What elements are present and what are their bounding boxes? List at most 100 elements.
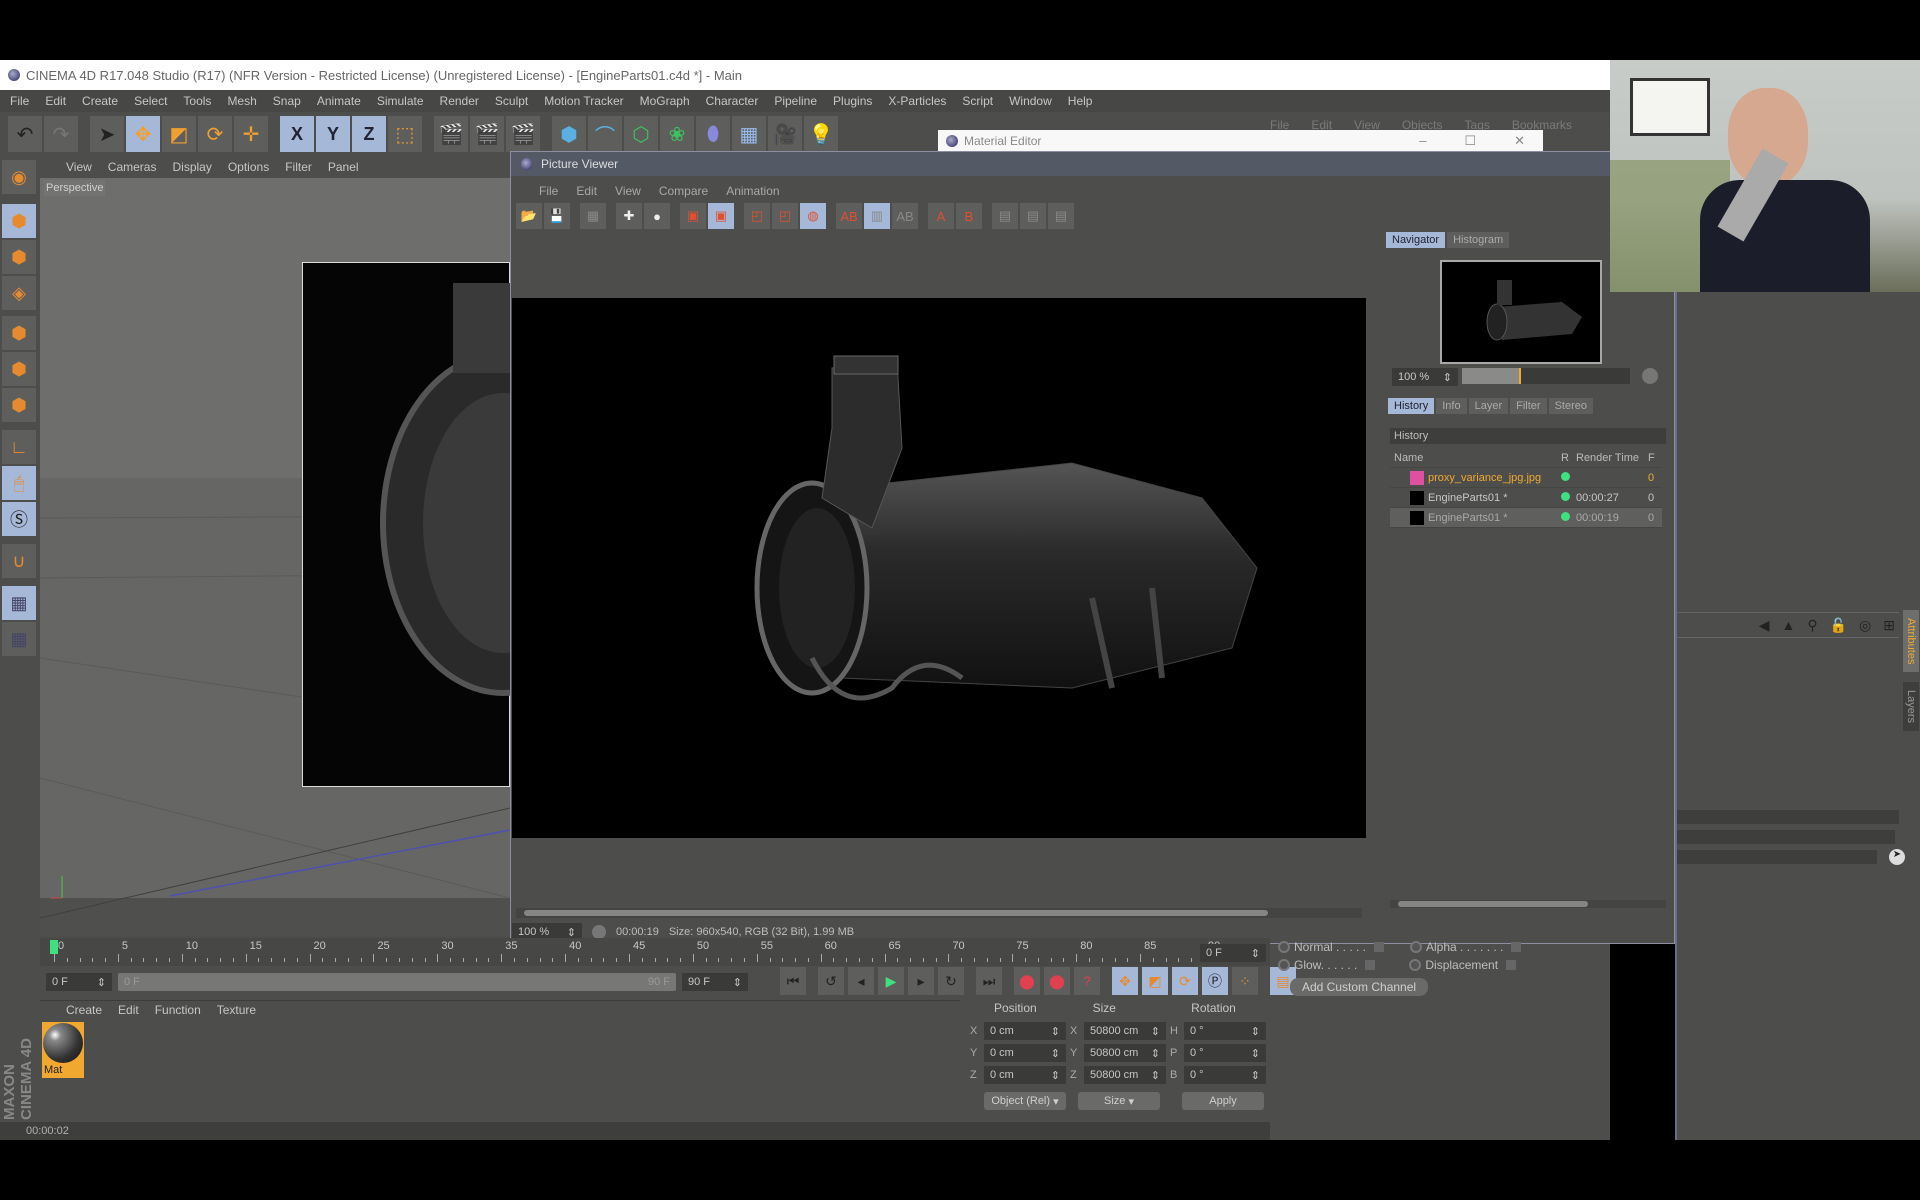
save-icon[interactable]: 💾 (544, 203, 570, 229)
channel-alpha[interactable]: Alpha . . . . . . . (1410, 938, 1522, 956)
viewport-menu-view[interactable]: View (66, 160, 92, 174)
ab-vertical-icon[interactable]: ▤ (992, 203, 1018, 229)
search-icon[interactable]: ⚲ (1807, 617, 1817, 634)
navigator-zoom-slider[interactable] (1462, 368, 1630, 384)
channel-checkbox[interactable] (1511, 942, 1522, 952)
viewport-menu-panel[interactable]: Panel (328, 160, 359, 174)
hscroll-thumb[interactable] (524, 910, 1268, 916)
start-frame-field[interactable]: 0 F ⇕ (46, 973, 112, 991)
maximize-icon[interactable]: ☐ (1464, 133, 1476, 149)
back-arrow-icon[interactable]: ◀ (1759, 617, 1770, 634)
coordinate-system-icon[interactable]: ⬚ (388, 116, 422, 152)
menu-simulate[interactable]: Simulate (377, 94, 424, 108)
up-arrow-icon[interactable]: ▲ (1781, 617, 1795, 633)
current-frame-field[interactable]: 0 F ⇕ (1200, 944, 1266, 962)
menu-snap[interactable]: Snap (273, 94, 301, 108)
move-icon[interactable]: ✥ (126, 116, 160, 152)
history-scroll-thumb[interactable] (1398, 901, 1588, 907)
subdivision-icon[interactable]: ⬡ (624, 116, 658, 152)
close-icon[interactable]: ✕ (1514, 133, 1525, 149)
workplane-icon[interactable]: ◈ (2, 276, 36, 310)
snap-icon[interactable]: ∪ (2, 544, 36, 578)
pv-play-icon[interactable] (592, 925, 606, 939)
scale-key-icon[interactable]: ◩ (1142, 967, 1168, 995)
add-icon[interactable]: ✛ (234, 116, 268, 152)
redo-icon[interactable]: ↷ (44, 116, 78, 152)
pv-menu-animation[interactable]: Animation (726, 184, 779, 198)
position-z-field[interactable]: 0 cm ⇕ (984, 1066, 1066, 1084)
viewport-menu-filter[interactable]: Filter (285, 160, 312, 174)
add-custom-channel-button[interactable]: Add Custom Channel (1290, 978, 1429, 996)
show-channel-icon[interactable]: ◰ (772, 203, 798, 229)
size-z-field[interactable]: 50800 cm ⇕ (1084, 1066, 1166, 1084)
viewport-menu-display[interactable]: Display (172, 160, 211, 174)
model-mode-icon[interactable]: ◉ (2, 160, 36, 194)
edges-mode-icon[interactable]: ⬢ (2, 352, 36, 386)
render-view-icon[interactable]: 🎬 (434, 116, 468, 152)
menu-plugins[interactable]: Plugins (833, 94, 872, 108)
menu-render[interactable]: Render (440, 94, 479, 108)
spline-icon[interactable]: ⌒ (588, 116, 622, 152)
menu-create[interactable]: Create (82, 94, 118, 108)
tweak-icon[interactable]: 🖱 (2, 466, 36, 500)
pv-menu-compare[interactable]: Compare (659, 184, 708, 198)
target-icon[interactable]: ◎ (1859, 617, 1871, 634)
channel-checkbox[interactable] (1365, 960, 1376, 970)
param-key-icon[interactable]: Ⓟ (1202, 967, 1228, 995)
camera-icon[interactable]: 🎥 (768, 116, 802, 152)
menu-edit[interactable]: Edit (45, 94, 66, 108)
pla-key-icon[interactable]: ⁘ (1232, 967, 1258, 995)
navigator-thumbnail[interactable] (1440, 260, 1602, 364)
planar-workplane-icon[interactable]: ▦ (2, 622, 36, 656)
minimize-icon[interactable]: – (1419, 133, 1426, 149)
tab-histogram[interactable]: Histogram (1447, 232, 1510, 248)
ab-horizontal-icon[interactable]: ▤ (1020, 203, 1046, 229)
y-axis-icon[interactable]: Y (316, 116, 350, 152)
playhead[interactable] (50, 940, 58, 954)
menu-pipeline[interactable]: Pipeline (774, 94, 817, 108)
range-slider[interactable]: 0 F 90 F (118, 973, 676, 991)
menu-mesh[interactable]: Mesh (227, 94, 256, 108)
picture-viewer-hscrollbar[interactable] (516, 908, 1362, 918)
x-axis-icon[interactable]: X (280, 116, 314, 152)
mm-menu-function[interactable]: Function (155, 1003, 201, 1017)
size-y-field[interactable]: 50800 cm ⇕ (1084, 1044, 1166, 1062)
history-hscrollbar[interactable] (1390, 900, 1666, 908)
col-r[interactable]: R (1558, 452, 1572, 464)
solo-icon[interactable]: Ⓢ (2, 502, 36, 536)
rotate-icon[interactable]: ⟳ (198, 116, 232, 152)
channel-displacement[interactable]: Displacement (1409, 956, 1517, 974)
menu-file[interactable]: File (10, 94, 29, 108)
mm-menu-edit[interactable]: Edit (118, 1003, 139, 1017)
record-icon[interactable]: ⬤ (1014, 967, 1040, 995)
object-mode-icon[interactable]: ⬢ (2, 204, 36, 238)
rotation-b-field[interactable]: 0 ° ⇕ (1184, 1066, 1266, 1084)
undo-icon[interactable]: ↶ (8, 116, 42, 152)
menu-character[interactable]: Character (706, 94, 759, 108)
channel-checkbox[interactable] (1374, 942, 1385, 952)
open-icon[interactable]: 📂 (516, 203, 542, 229)
tab-navigator[interactable]: Navigator (1386, 232, 1446, 248)
z-axis-icon[interactable]: Z (352, 116, 386, 152)
render-picture-viewer-icon[interactable]: 🎬 (470, 116, 504, 152)
menu-select[interactable]: Select (134, 94, 167, 108)
attr-link-field[interactable] (1677, 850, 1877, 864)
lock-icon[interactable]: 🔓 (1830, 617, 1847, 634)
copy-icon[interactable]: ▣ (680, 203, 706, 229)
history-row[interactable]: proxy_variance_jpg.jpg 0 (1390, 468, 1662, 488)
add-to-history-icon[interactable]: ✚ (616, 203, 642, 229)
scale-icon[interactable]: ◩ (162, 116, 196, 152)
deformer-icon[interactable]: ⬮ (696, 116, 730, 152)
pv-menu-edit[interactable]: Edit (576, 184, 597, 198)
new-panel-icon[interactable]: ⊞ (1883, 617, 1895, 634)
menu-animate[interactable]: Animate (317, 94, 361, 108)
coord-mode-dropdown[interactable]: Object (Rel) ▾ (984, 1092, 1066, 1110)
show-layers-icon[interactable]: ◍ (800, 203, 826, 229)
keyframe-selection-icon[interactable]: ? (1074, 967, 1100, 995)
ab-split-icon[interactable]: ▥ (864, 203, 890, 229)
paste-icon[interactable]: ▣ (708, 203, 734, 229)
menu-help[interactable]: Help (1068, 94, 1093, 108)
history-row[interactable]: EngineParts01 * 00:00:19 0 (1390, 508, 1662, 528)
light-icon[interactable]: 💡 (804, 116, 838, 152)
navigator-play-icon[interactable] (1642, 368, 1658, 384)
